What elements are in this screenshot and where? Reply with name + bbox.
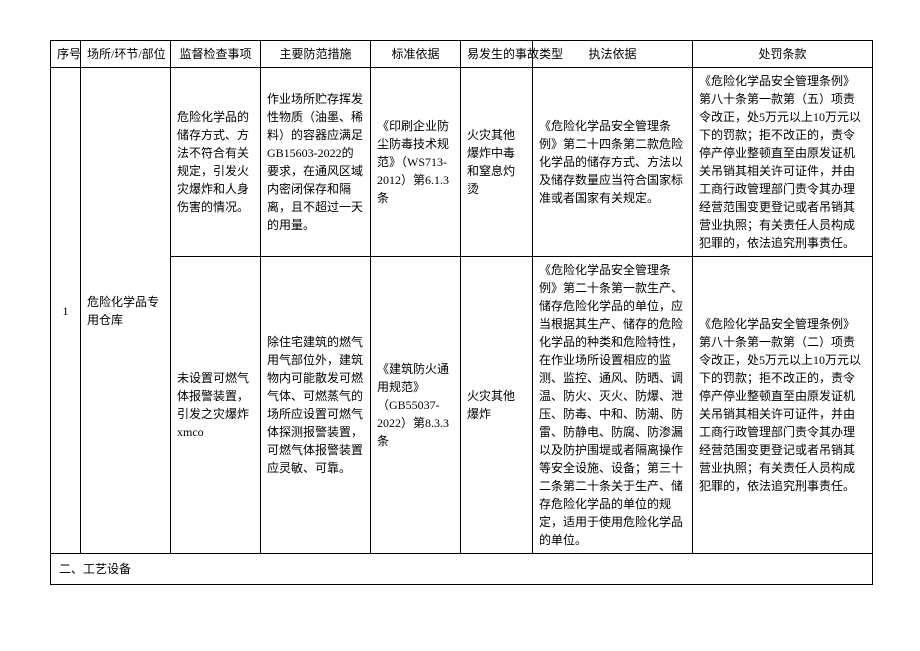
cell-inspection: 危险化学品的储存方式、方法不符合有关规定，引发火灾爆炸和人身伤害的情况。 <box>171 68 261 257</box>
cell-type: 火灾其他爆炸 <box>461 257 533 554</box>
cell-penalty: 《危险化学品安全管理条例》第八十条第一款第（五）项责令改正，处5万元以上10万元… <box>693 68 873 257</box>
section-row: 二、工艺设备 <box>51 554 873 585</box>
header-seq: 序号 <box>51 41 81 68</box>
regulation-table: 序号 场所/环节/部位 监督检查事项 主要防范措施 标准依据 易发生的事故类型 … <box>50 40 873 585</box>
header-basis: 标准依据 <box>371 41 461 68</box>
cell-measure: 作业场所贮存挥发性物质（油墨、稀料）的容器应满足GB15603-2022的要求，… <box>261 68 371 257</box>
table-row: 未设置可燃气体报警装置，引发之灾爆炸xmco 除住宅建筑的燃气用气部位外，建筑物… <box>51 257 873 554</box>
cell-type: 火灾其他爆炸中毒和窒息灼烫 <box>461 68 533 257</box>
table-row: 1 危险化学品专用仓库 危险化学品的储存方式、方法不符合有关规定，引发火灾爆炸和… <box>51 68 873 257</box>
header-place: 场所/环节/部位 <box>81 41 171 68</box>
cell-enforcement: 《危险化学品安全管理条例》第二十四条第二款危险化学品的储存方式、方法以及储存数量… <box>533 68 693 257</box>
cell-penalty: 《危险化学品安全管理条例》第八十条第一款第（二）项责令改正，处5万元以上10万元… <box>693 257 873 554</box>
cell-place: 危险化学品专用仓库 <box>81 68 171 554</box>
cell-measure: 除住宅建筑的燃气用气部位外，建筑物内可能散发可燃气体、可燃蒸气的场所应设置可燃气… <box>261 257 371 554</box>
cell-basis: 《印刷企业防尘防毒技术规范》（WS713-2012）第6.1.3条 <box>371 68 461 257</box>
cell-seq: 1 <box>51 68 81 554</box>
cell-basis: 《建筑防火通用规范》（GB55037-2022）第8.3.3条 <box>371 257 461 554</box>
header-type: 易发生的事故类型 <box>461 41 533 68</box>
cell-enforcement: 《危险化学品安全管理条例》第二十条第一款生产、储存危险化学品的单位，应当根据其生… <box>533 257 693 554</box>
section-title: 二、工艺设备 <box>51 554 873 585</box>
table-header-row: 序号 场所/环节/部位 监督检查事项 主要防范措施 标准依据 易发生的事故类型 … <box>51 41 873 68</box>
header-penalty: 处罚条款 <box>693 41 873 68</box>
cell-inspection: 未设置可燃气体报警装置，引发之灾爆炸xmco <box>171 257 261 554</box>
header-inspection: 监督检查事项 <box>171 41 261 68</box>
header-measure: 主要防范措施 <box>261 41 371 68</box>
